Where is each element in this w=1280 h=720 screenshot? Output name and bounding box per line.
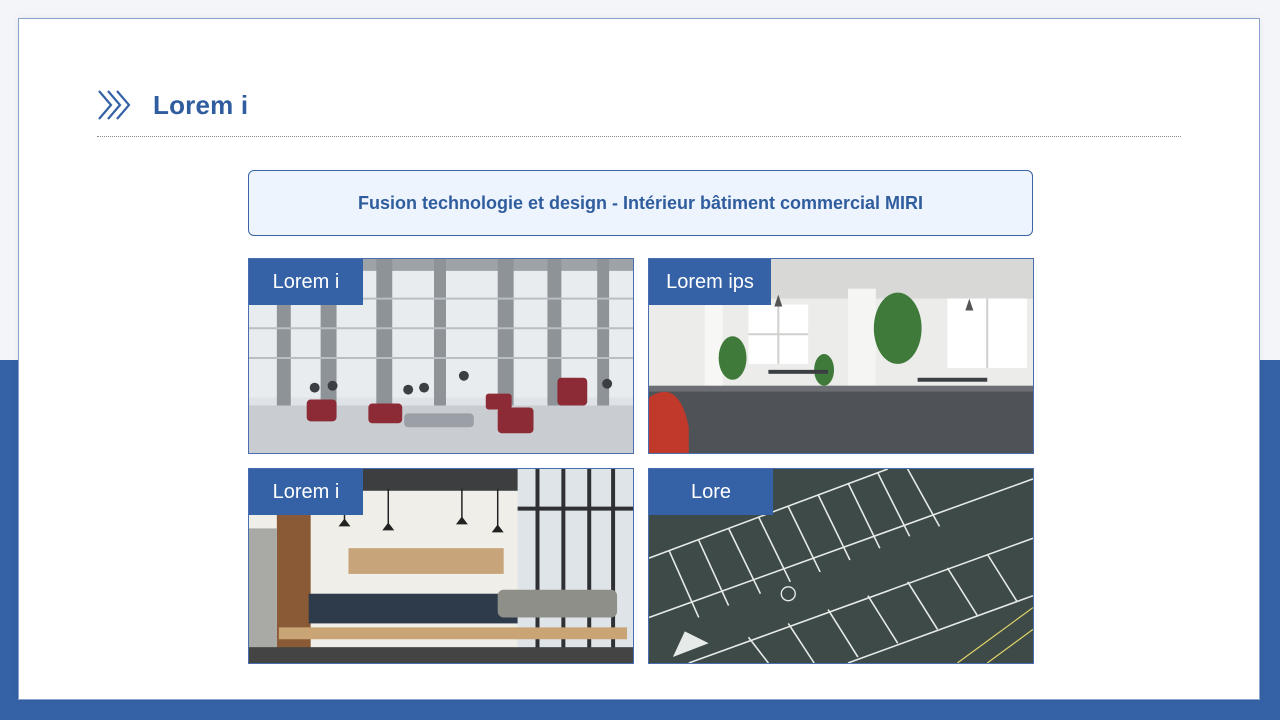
image-card-3[interactable]: Lorem i xyxy=(248,468,634,664)
title-divider xyxy=(97,136,1181,137)
double-chevron-right-icon xyxy=(98,90,131,120)
card-label-3: Lorem i xyxy=(249,469,363,515)
image-card-4[interactable]: Lore xyxy=(648,468,1034,664)
image-card-2[interactable]: Lorem ips xyxy=(648,258,1034,454)
caption-text: Fusion technologie et design - Intérieur… xyxy=(357,192,924,213)
page-title: Lorem i xyxy=(153,89,249,120)
image-card-1[interactable]: Lorem i xyxy=(248,258,634,454)
slide-header: Lorem i xyxy=(97,81,248,129)
card-label-1: Lorem i xyxy=(249,259,363,305)
slide: Lorem i Fusion technologie et design - I… xyxy=(18,18,1260,700)
caption-box: Fusion technologie et design - Intérieur… xyxy=(248,170,1033,236)
card-label-4: Lore xyxy=(649,469,773,515)
card-label-2: Lorem ips xyxy=(649,259,771,305)
